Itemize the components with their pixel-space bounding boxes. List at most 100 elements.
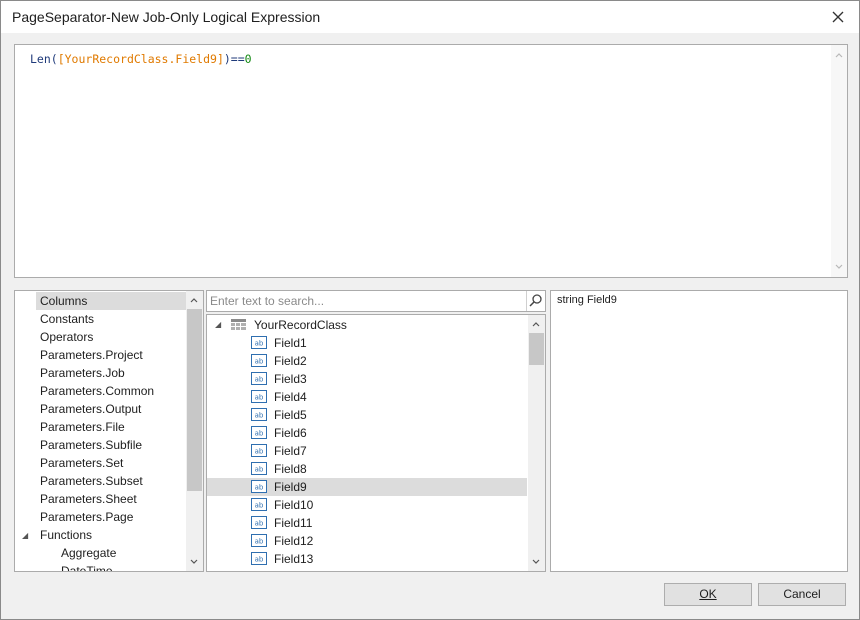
- string-field-icon: ab: [251, 354, 267, 367]
- search-input[interactable]: [210, 293, 520, 309]
- field-item[interactable]: ab Field10: [207, 496, 527, 514]
- scroll-up-icon[interactable]: [835, 51, 843, 59]
- field-item[interactable]: ab Field1: [207, 334, 527, 352]
- category-item-constants[interactable]: Constants: [40, 310, 94, 328]
- category-item-parameters-subset[interactable]: Parameters.Subset: [40, 472, 143, 490]
- svg-text:ab: ab: [255, 466, 264, 474]
- svg-text:ab: ab: [255, 448, 264, 456]
- category-item-columns[interactable]: Columns: [36, 292, 188, 310]
- window-title: PageSeparator-New Job-Only Logical Expre…: [12, 9, 321, 25]
- category-list[interactable]: Columns Constants Operators Parameters.P…: [14, 290, 204, 572]
- ok-button[interactable]: OK: [664, 583, 752, 606]
- field-item[interactable]: ab Field12: [207, 532, 527, 550]
- string-field-icon: ab: [251, 444, 267, 457]
- search-icon: [529, 294, 542, 307]
- field-item[interactable]: ab Field9: [207, 478, 527, 496]
- svg-text:ab: ab: [255, 358, 264, 366]
- string-field-icon: ab: [251, 336, 267, 349]
- field-label: Field2: [274, 354, 307, 368]
- expand-arrow-icon[interactable]: ◢: [215, 316, 221, 334]
- search-box[interactable]: [206, 290, 546, 312]
- expression-text[interactable]: Len([YourRecordClass.Field9])==0: [30, 52, 252, 66]
- title-bar: PageSeparator-New Job-Only Logical Expre…: [1, 1, 859, 33]
- field-item[interactable]: ab Field7: [207, 442, 527, 460]
- description-text: string Field9: [557, 294, 617, 306]
- cancel-button[interactable]: Cancel: [758, 583, 846, 606]
- svg-text:ab: ab: [255, 376, 264, 384]
- expression-value: 0: [244, 52, 252, 66]
- string-field-icon: ab: [251, 534, 267, 547]
- fields-scrollbar[interactable]: [528, 315, 545, 571]
- category-item-parameters-project[interactable]: Parameters.Project: [40, 346, 143, 364]
- expression-editor-dialog: PageSeparator-New Job-Only Logical Expre…: [0, 0, 860, 620]
- category-item-parameters-output[interactable]: Parameters.Output: [40, 400, 141, 418]
- tree-node-record-class[interactable]: ◢ YourRecordClass: [207, 316, 527, 334]
- field-item[interactable]: ab Field4: [207, 388, 527, 406]
- close-icon: [832, 11, 844, 23]
- search-button[interactable]: [526, 291, 545, 311]
- field-label: Field8: [274, 462, 307, 476]
- category-item-parameters-subfile[interactable]: Parameters.Subfile: [40, 436, 142, 454]
- table-icon: [231, 319, 246, 330]
- svg-text:ab: ab: [255, 556, 264, 564]
- field-label: Field7: [274, 444, 307, 458]
- field-label: Field10: [274, 498, 314, 512]
- string-field-icon: ab: [251, 498, 267, 511]
- field-label: Field11: [274, 516, 313, 530]
- field-item[interactable]: ab Field3: [207, 370, 527, 388]
- field-label: Field12: [274, 534, 314, 548]
- field-label: Field9: [274, 480, 307, 494]
- svg-text:ab: ab: [255, 484, 264, 492]
- expression-function: Len(: [30, 52, 58, 66]
- scrollbar-thumb[interactable]: [529, 333, 544, 365]
- string-field-icon: ab: [251, 462, 267, 475]
- string-field-icon: ab: [251, 552, 267, 565]
- field-item[interactable]: ab Field11: [207, 514, 527, 532]
- string-field-icon: ab: [251, 426, 267, 439]
- field-label: Field3: [274, 372, 307, 386]
- expression-operator: )==: [223, 52, 245, 66]
- fields-tree[interactable]: ◢ YourRecordClass ab Field1 ab Field2 ab Fiel…: [206, 314, 546, 572]
- expand-arrow-icon[interactable]: ◢: [22, 531, 28, 540]
- field-label: Field1: [274, 336, 307, 350]
- field-label: Field4: [274, 390, 307, 404]
- category-item-parameters-job[interactable]: Parameters.Job: [40, 364, 125, 382]
- record-class-label: YourRecordClass: [254, 318, 347, 332]
- scroll-down-icon[interactable]: [532, 558, 540, 566]
- field-item[interactable]: ab Field5: [207, 406, 527, 424]
- scroll-up-icon[interactable]: [532, 320, 540, 328]
- field-label: Field13: [274, 552, 314, 566]
- svg-text:ab: ab: [255, 340, 264, 348]
- category-item-parameters-set[interactable]: Parameters.Set: [40, 454, 123, 472]
- close-button[interactable]: [827, 6, 849, 28]
- category-item-functions[interactable]: Functions: [40, 526, 92, 544]
- category-item-parameters-sheet[interactable]: Parameters.Sheet: [40, 490, 137, 508]
- string-field-icon: ab: [251, 516, 267, 529]
- scroll-down-icon[interactable]: [190, 558, 198, 566]
- category-scrollbar[interactable]: [186, 291, 203, 571]
- field-item[interactable]: ab Field8: [207, 460, 527, 478]
- expression-field: [YourRecordClass.Field9]: [57, 52, 224, 66]
- scrollbar-thumb[interactable]: [187, 309, 202, 491]
- string-field-icon: ab: [251, 408, 267, 421]
- svg-text:ab: ab: [255, 394, 264, 402]
- string-field-icon: ab: [251, 372, 267, 385]
- editor-scrollbar[interactable]: [831, 45, 847, 277]
- expression-editor[interactable]: Len([YourRecordClass.Field9])==0: [14, 44, 848, 278]
- field-item[interactable]: ab Field2: [207, 352, 527, 370]
- category-item-parameters-page[interactable]: Parameters.Page: [40, 508, 133, 526]
- category-item-datetime[interactable]: DateTime: [61, 562, 113, 571]
- category-item-parameters-file[interactable]: Parameters.File: [40, 418, 125, 436]
- string-field-icon: ab: [251, 390, 267, 403]
- scroll-down-icon[interactable]: [835, 263, 843, 271]
- scroll-up-icon[interactable]: [190, 296, 198, 304]
- category-item-parameters-common[interactable]: Parameters.Common: [40, 382, 154, 400]
- string-field-icon: ab: [251, 480, 267, 493]
- svg-text:ab: ab: [255, 430, 264, 438]
- field-label: Field5: [274, 408, 307, 422]
- category-item-aggregate[interactable]: Aggregate: [61, 544, 116, 562]
- field-item[interactable]: ab Field6: [207, 424, 527, 442]
- category-item-operators[interactable]: Operators: [40, 328, 93, 346]
- field-item[interactable]: ab Field13: [207, 550, 527, 568]
- svg-text:ab: ab: [255, 502, 264, 510]
